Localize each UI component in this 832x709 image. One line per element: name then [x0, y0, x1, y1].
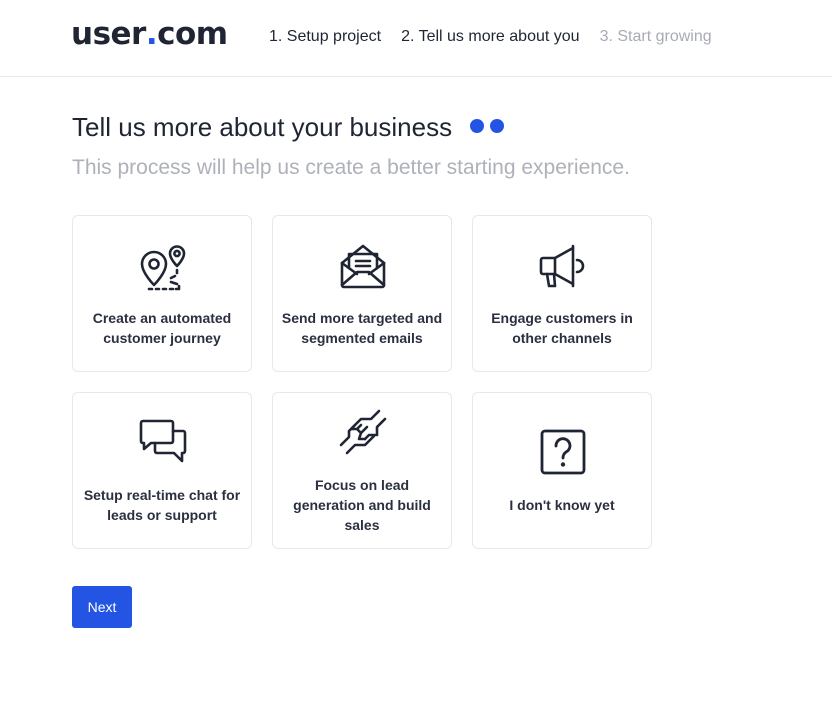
journey-icon [137, 242, 189, 294]
option-card-dont-know[interactable]: I don't know yet [472, 392, 652, 549]
option-card-targeted-emails[interactable]: Send more targeted and segmented emails [272, 215, 452, 372]
option-label: Engage customers in other channels [491, 310, 633, 346]
top-bar: user. com 1. Setup project 2. Tell us mor… [0, 0, 832, 77]
step-start-growing: 3. Start growing [599, 28, 712, 45]
page-title: Tell us more about your business [72, 112, 453, 142]
option-label: Create an automated customer journey [92, 310, 232, 346]
option-card-lead-generation[interactable]: Focus on lead generation and build sales [272, 392, 452, 549]
step-dot [490, 119, 505, 133]
next-button[interactable]: Next [72, 586, 132, 628]
logo-dot: . [145, 16, 158, 52]
option-label: I don't know yet [509, 497, 615, 513]
question-icon [537, 427, 589, 479]
step-tell-us-more[interactable]: 2. Tell us more about you [401, 26, 579, 48]
email-icon [337, 240, 389, 292]
page-title-row: Tell us more about your business [72, 110, 505, 144]
option-card-realtime-chat[interactable]: Setup real-time chat for leads or suppor… [72, 392, 252, 549]
option-label: Focus on lead generation and build sales [293, 477, 431, 533]
page-subtitle: This process will help us create a bette… [72, 156, 630, 179]
megaphone-icon [537, 240, 589, 292]
step-dots [470, 119, 505, 133]
logo-text: user [71, 16, 146, 52]
progress-steps: 1. Setup project 2. Tell us more about y… [269, 26, 712, 48]
logo-suffix: com [157, 16, 228, 52]
option-label: Send more targeted and segmented emails [281, 310, 443, 346]
handshake-icon [337, 407, 389, 459]
step-setup-project[interactable]: 1. Setup project [269, 26, 381, 48]
option-label: Setup real-time chat for leads or suppor… [83, 487, 241, 523]
option-card-other-channels[interactable]: Engage customers in other channels [472, 215, 652, 372]
logo[interactable]: user. com [71, 14, 228, 54]
chat-icon [137, 415, 189, 467]
step-dot [470, 119, 485, 133]
option-card-automated-journey[interactable]: Create an automated customer journey [72, 215, 252, 372]
